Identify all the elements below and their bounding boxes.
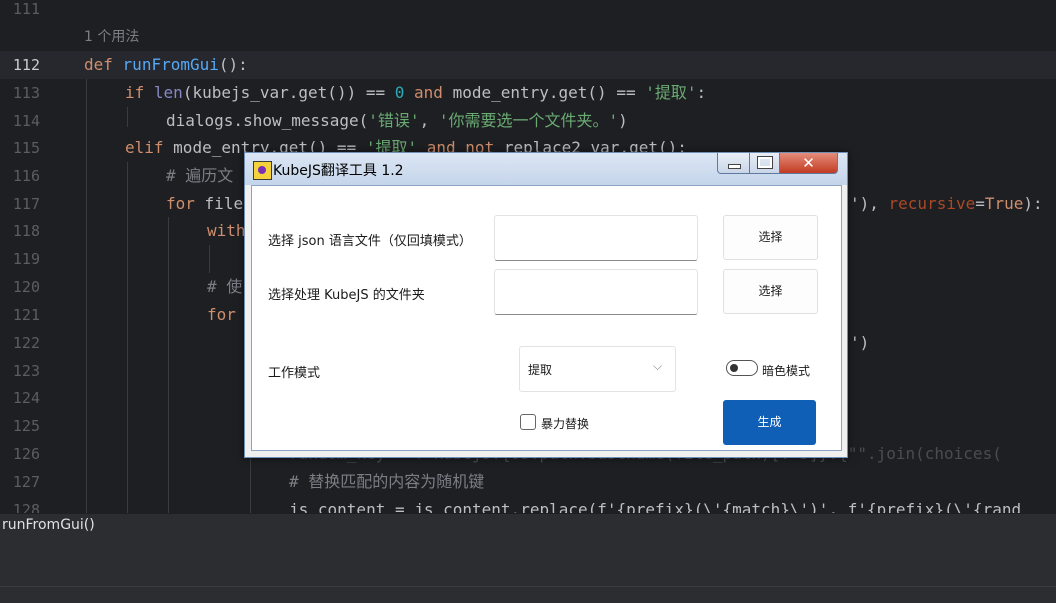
panel-divider xyxy=(0,586,1056,587)
function-name: runFromGui xyxy=(122,55,219,74)
code-line: js_content = js_content.replace(f'{prefi… xyxy=(289,500,1022,513)
kubejs-folder-label: 选择处理 KubeJS 的文件夹 xyxy=(268,288,425,303)
code-token: (): xyxy=(218,55,248,74)
line-number: 113 xyxy=(12,84,40,102)
line-number: 123 xyxy=(12,362,40,380)
window-titlebar[interactable]: KubeJS翻译工具 1.2 ✕ xyxy=(245,153,847,185)
breadcrumb-function[interactable]: runFromGui() xyxy=(2,517,95,533)
code-token: , xyxy=(419,111,439,130)
breadcrumb-bar: runFromGui() xyxy=(0,513,1056,540)
indent-guide xyxy=(168,217,169,513)
code-token: file xyxy=(204,194,244,213)
code-token: ): xyxy=(1023,194,1043,213)
window-title: KubeJS翻译工具 1.2 xyxy=(273,163,404,179)
keyword: if xyxy=(125,83,145,102)
keyword: and xyxy=(414,83,443,102)
code-line: dialogs.show_message('错误', '你需要选一个文件夹。') xyxy=(166,107,628,135)
select-folder-button[interactable]: 选择 xyxy=(723,269,818,314)
kubejs-translator-window: KubeJS翻译工具 1.2 ✕ 选择 json 语言文件（仅回填模式） 选择 … xyxy=(244,152,848,458)
code-token: ') xyxy=(850,333,870,352)
close-button[interactable]: ✕ xyxy=(779,153,838,174)
keyword: True xyxy=(984,194,1024,213)
maximize-icon xyxy=(757,156,773,169)
line-number: 124 xyxy=(12,389,40,407)
minimize-button[interactable] xyxy=(717,153,750,174)
line-number: 114 xyxy=(12,112,40,130)
line-number: 128 xyxy=(12,501,40,513)
close-icon: ✕ xyxy=(802,154,815,172)
line-number: 117 xyxy=(12,195,40,213)
string-literal: '你需要选一个文件夹。' xyxy=(438,111,619,130)
code-token: mode_entry.get() == xyxy=(452,83,646,102)
indent-guide xyxy=(127,107,128,127)
work-mode-value: 提取 xyxy=(528,363,553,377)
indent-guide xyxy=(209,245,210,273)
code-token: = xyxy=(975,194,985,213)
json-file-label: 选择 json 语言文件（仅回填模式） xyxy=(268,234,472,249)
line-number: 115 xyxy=(12,139,40,157)
code-line: if len(kubejs_var.get()) == 0 and mode_e… xyxy=(125,79,706,107)
select-json-button[interactable]: 选择 xyxy=(723,215,818,260)
string-literal: '错误' xyxy=(368,111,420,130)
usage-hint[interactable]: 1 个用法 xyxy=(84,27,139,47)
minimize-icon xyxy=(728,164,741,169)
code-token: dialogs.show_message( xyxy=(166,111,369,130)
line-number: 120 xyxy=(12,278,40,296)
line-number-gutter: 111 112 113 114 115 116 117 118 119 120 … xyxy=(0,0,72,513)
code-line: def runFromGui(): xyxy=(84,51,248,79)
bottom-panel xyxy=(0,540,1056,603)
folder-path-field[interactable] xyxy=(494,269,698,315)
line-number: 119 xyxy=(12,250,40,268)
code-comment: # 替换匹配的内容为随机键 xyxy=(289,472,485,491)
string-literal: '提取' xyxy=(645,83,697,102)
parameter-name: recursive xyxy=(888,194,976,213)
work-mode-select[interactable]: 提取 ⌵ xyxy=(519,346,676,392)
maximize-button[interactable] xyxy=(749,153,780,174)
force-replace-label: 暴力替换 xyxy=(541,417,590,431)
indent-guide xyxy=(86,79,87,513)
dark-mode-label: 暗色模式 xyxy=(762,364,811,378)
number-literal: 0 xyxy=(394,83,405,102)
keyword: elif xyxy=(125,138,164,157)
line-number: 116 xyxy=(12,167,40,185)
line-number: 111 xyxy=(12,0,40,18)
line-number: 118 xyxy=(12,222,40,240)
work-mode-label: 工作模式 xyxy=(268,366,321,381)
line-number: 127 xyxy=(12,473,40,491)
app-icon xyxy=(253,161,272,180)
code-token: '), xyxy=(850,194,889,213)
keyword: for xyxy=(166,194,195,213)
builtin: len xyxy=(153,83,183,102)
keyword: with xyxy=(207,221,246,240)
code-token: ) xyxy=(618,111,628,130)
code-line: '), recursive=True): xyxy=(850,190,1043,218)
code-comment: # 遍历文 xyxy=(166,166,234,185)
keyword: def xyxy=(84,55,113,74)
code-comment: # 使 xyxy=(207,277,243,296)
keyword: for xyxy=(207,305,236,324)
line-number: 125 xyxy=(12,417,40,435)
line-number: 122 xyxy=(12,334,40,352)
json-path-field[interactable] xyxy=(494,215,698,261)
code-token: (kubejs_var.get()) == xyxy=(182,83,395,102)
generate-button[interactable]: 生成 xyxy=(723,400,816,445)
force-replace-checkbox[interactable] xyxy=(520,414,536,430)
window-content: 选择 json 语言文件（仅回填模式） 选择 选择处理 KubeJS 的文件夹 … xyxy=(251,185,842,451)
line-number: 126 xyxy=(12,445,40,463)
toggle-knob xyxy=(730,364,738,372)
code-token: : xyxy=(696,83,707,102)
chevron-down-icon: ⌵ xyxy=(653,359,663,373)
code-line: for file xyxy=(166,190,243,218)
dark-mode-toggle[interactable] xyxy=(726,360,758,376)
indent-guide xyxy=(127,162,128,513)
line-number: 121 xyxy=(12,306,40,324)
line-number: 112 xyxy=(12,56,40,74)
